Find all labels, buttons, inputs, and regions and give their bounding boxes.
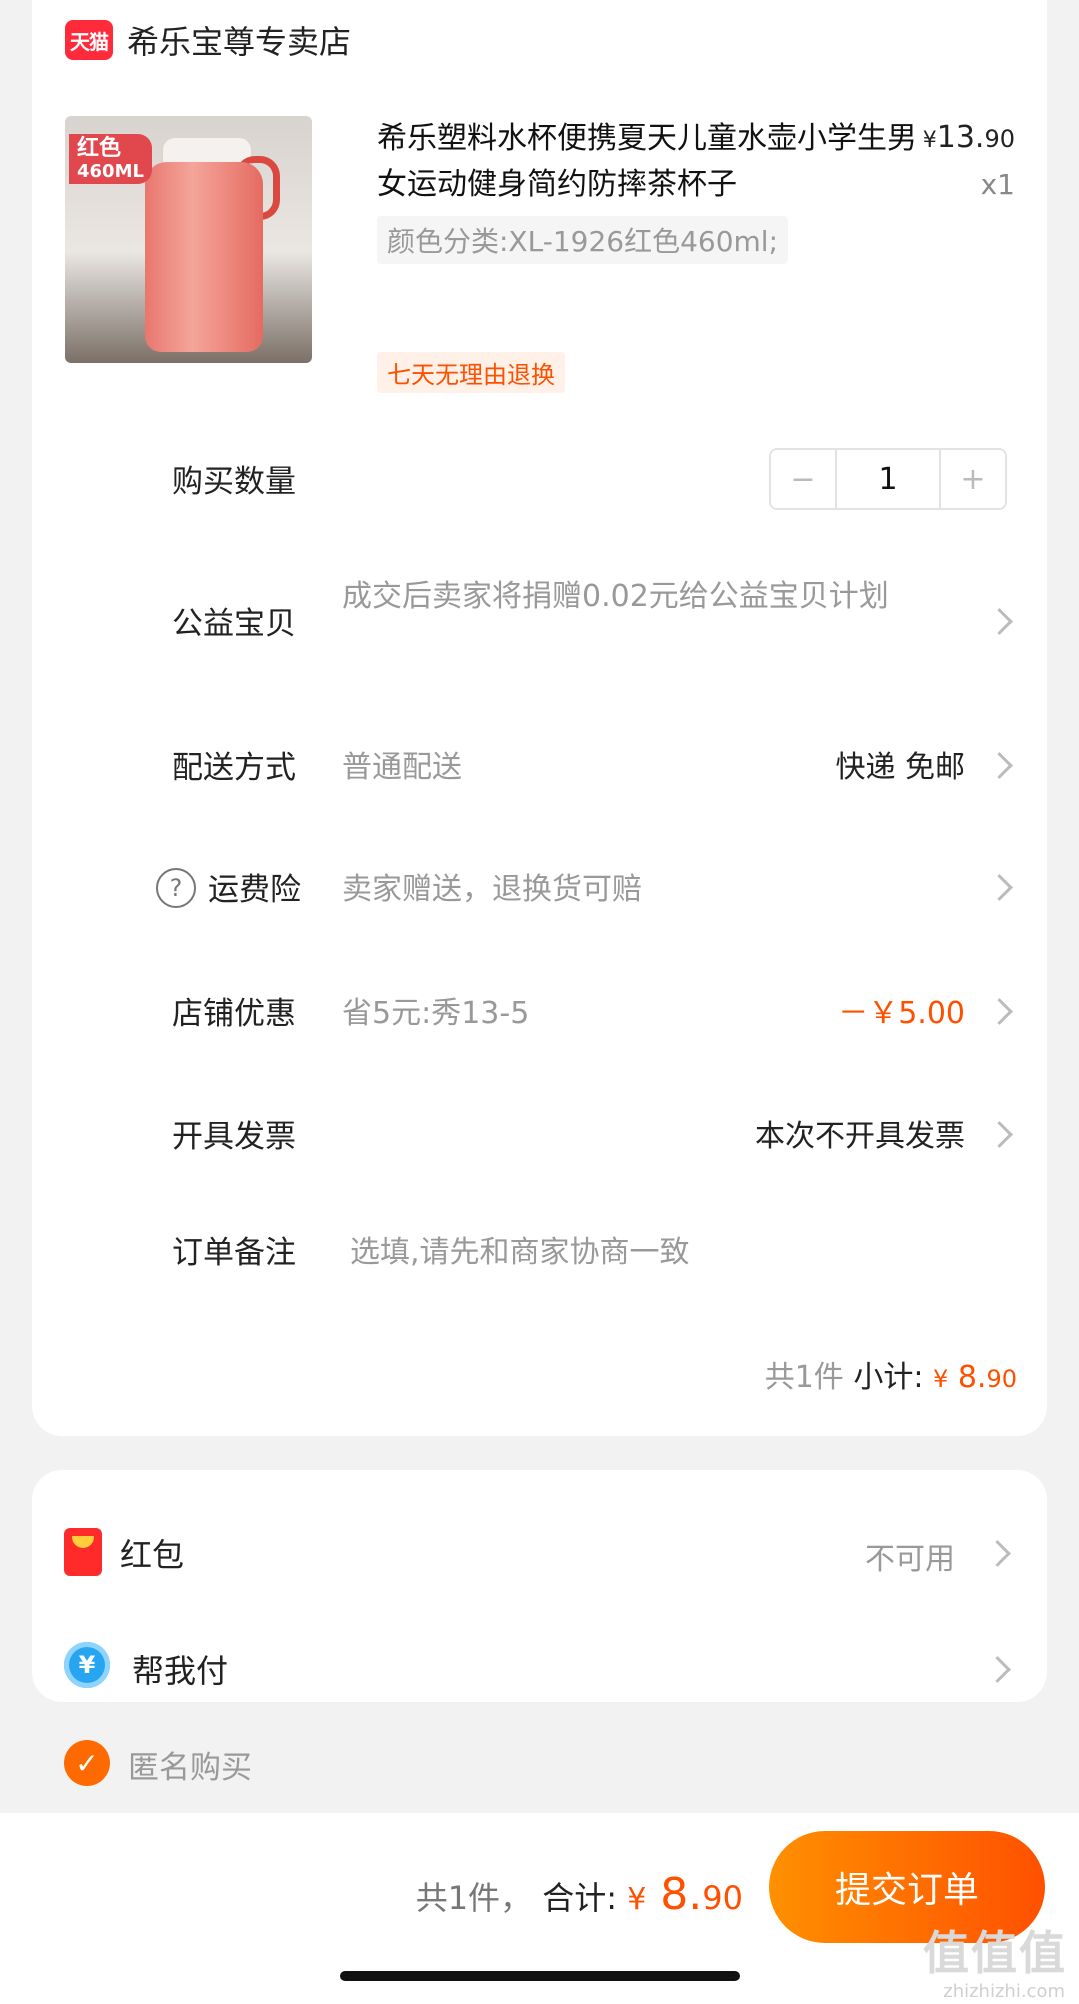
invoice-label: 开具发票 xyxy=(172,1119,296,1155)
quantity-row: 购买数量 − 1 + xyxy=(32,448,1047,510)
order-card: 天猫 希乐宝尊专卖店 红色 460ML 希乐塑料水杯便携夏天儿童水壶小学生男女运… xyxy=(32,0,1047,1436)
charity-row[interactable]: 公益宝贝 成交后卖家将捐赠0.02元给公益宝贝计划 xyxy=(32,572,1047,672)
store-discount-amount: －￥5.00 xyxy=(838,996,965,1031)
chevron-right-icon xyxy=(986,752,1013,779)
redpacket-label: 红包 xyxy=(120,1536,185,1574)
help-pay-row[interactable]: ¥ 帮我付 xyxy=(32,1638,1047,1698)
chevron-right-icon xyxy=(986,1121,1013,1148)
charity-label: 公益宝贝 xyxy=(172,606,296,642)
red-envelope-icon xyxy=(64,1528,102,1576)
subtotal-dec: 90 xyxy=(986,1365,1017,1393)
shipping-insurance-row[interactable]: ? 运费险 卖家赠送，退换货可赔 xyxy=(32,864,1047,914)
delivery-row[interactable]: 配送方式 普通配送 快递 免邮 xyxy=(32,742,1047,792)
invoice-row[interactable]: 开具发票 本次不开具发票 xyxy=(32,1111,1047,1161)
total-count: 共1件， xyxy=(415,1879,533,1917)
payment-options-card: 红包 不可用 ¥ 帮我付 xyxy=(32,1470,1047,1702)
order-remark-input[interactable]: 选填,请先和商家协商一致 xyxy=(350,1227,690,1271)
total-yen: ¥ xyxy=(627,1882,647,1917)
total-int: 8. xyxy=(660,1869,703,1920)
store-discount-row[interactable]: 店铺优惠 省5元:秀13-5 －￥5.00 xyxy=(32,988,1047,1038)
product-spec[interactable]: 颜色分类:XL-1926红色460ml; xyxy=(377,216,789,264)
help-pay-label: 帮我付 xyxy=(132,1652,229,1690)
delivery-label: 配送方式 xyxy=(172,750,296,786)
subtotal-amount: ¥ 8.90 xyxy=(933,1360,1017,1395)
order-remark-label: 订单备注 xyxy=(172,1235,296,1271)
store-header[interactable]: 天猫 希乐宝尊专卖店 xyxy=(65,18,351,62)
price-dec: 90 xyxy=(984,125,1015,153)
chevron-right-icon xyxy=(986,998,1013,1025)
redpacket-row[interactable]: 红包 不可用 xyxy=(32,1522,1047,1582)
product-quantity: x1 xyxy=(980,168,1015,201)
increment-button[interactable]: + xyxy=(941,450,1005,508)
store-discount-text: 省5元:秀13-5 xyxy=(342,996,530,1031)
subtotal-yen: ¥ xyxy=(933,1365,949,1393)
invoice-status: 本次不开具发票 xyxy=(755,1119,965,1154)
order-remark-row: 订单备注 选填,请先和商家协商一致 xyxy=(32,1227,1047,1277)
subtotal-label: 小计: xyxy=(853,1360,924,1395)
product-image[interactable]: 红色 460ML xyxy=(65,116,312,363)
checkout-bar: 共1件， 合计: ¥ 8.90 提交订单 值值值 zhizhizhi.com xyxy=(0,1813,1079,2004)
image-tag-color: 红色 xyxy=(77,136,122,161)
product-image-tag: 红色 460ML xyxy=(69,134,152,184)
insurance-text: 卖家赠送，退换货可赔 xyxy=(342,872,642,907)
watermark: 值值值 xyxy=(923,1926,1067,1980)
anonymous-checkbox[interactable]: ✓ xyxy=(64,1740,110,1786)
delivery-fee: 快递 免邮 xyxy=(835,750,965,785)
delivery-method: 普通配送 xyxy=(342,750,462,785)
product-price: ¥13.90 xyxy=(923,120,1015,155)
product-title[interactable]: 希乐塑料水杯便携夏天儿童水壶小学生男女运动健身简约防摔茶杯子 xyxy=(377,116,917,208)
price-yen: ¥ xyxy=(922,128,937,153)
anonymous-label[interactable]: 匿名购买 xyxy=(128,1742,252,1787)
bottle-body xyxy=(145,162,263,352)
total-dec: 90 xyxy=(702,1879,743,1917)
store-name[interactable]: 希乐宝尊专卖店 xyxy=(127,17,351,63)
order-total: 共1件， 合计: ¥ 8.90 xyxy=(416,1869,743,1920)
quantity-label: 购买数量 xyxy=(172,464,296,500)
quantity-input[interactable]: 1 xyxy=(835,450,941,508)
watermark-url: zhizhizhi.com xyxy=(943,1981,1065,2002)
yuan-coin-icon: ¥ xyxy=(64,1642,110,1688)
help-icon[interactable]: ? xyxy=(156,868,196,908)
decrement-button[interactable]: − xyxy=(771,450,835,508)
quantity-stepper: − 1 + xyxy=(769,448,1007,510)
charity-text: 成交后卖家将捐赠0.02元给公益宝贝计划 xyxy=(342,579,889,614)
insurance-label: 运费险 xyxy=(208,872,301,908)
chevron-right-icon xyxy=(986,874,1013,901)
subtotal: 共1件 小计: ¥ 8.90 xyxy=(765,1352,1017,1396)
image-tag-size: 460ML xyxy=(77,161,144,182)
price-int: 13. xyxy=(936,120,985,155)
chevron-right-icon xyxy=(984,1540,1011,1567)
total-label: 合计: xyxy=(542,1879,618,1917)
subtotal-int: 8. xyxy=(957,1360,987,1395)
return-policy-badge: 七天无理由退换 xyxy=(377,352,565,393)
home-indicator xyxy=(340,1971,740,1981)
tmall-logo: 天猫 xyxy=(65,20,113,60)
store-discount-label: 店铺优惠 xyxy=(172,996,296,1032)
redpacket-status: 不可用 xyxy=(865,1542,955,1577)
total-amount: ¥ 8.90 xyxy=(627,1869,743,1920)
subtotal-count: 共1件 xyxy=(764,1360,844,1395)
chevron-right-icon xyxy=(986,608,1013,635)
chevron-right-icon xyxy=(984,1656,1011,1683)
